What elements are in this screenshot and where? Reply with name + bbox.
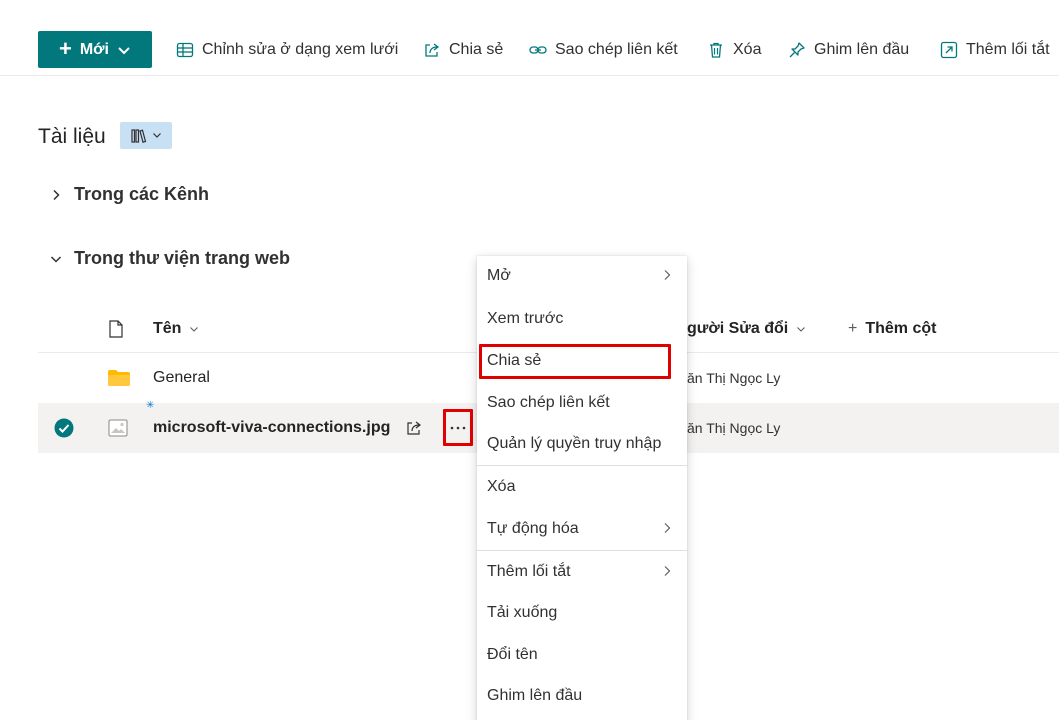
file-name-link[interactable]: General [153,353,210,403]
menu-item-label: Tự động hóa [487,520,579,537]
share-button[interactable]: Chia sẻ [423,38,503,62]
menu-item-pin[interactable]: Ghim lên đầu [477,676,687,716]
folder-icon [108,353,130,403]
grid-edit-button[interactable]: Chỉnh sửa ở dạng xem lưới [176,38,398,62]
group-site-library-label: Trong thư viện trang web [74,248,291,268]
grid-edit-label: Chỉnh sửa ở dạng xem lưới [202,41,399,58]
file-name-link[interactable]: microsoft-viva-connections.jpg [153,403,390,453]
file-type-column-header[interactable] [108,305,124,352]
chevron-down-icon [190,326,199,332]
modified-by-value: ăn Thị Ngọc Ly [687,370,781,386]
new-button-label: Mới [79,40,109,58]
add-column-button[interactable]: + Thêm cột [848,305,936,352]
menu-item-label: Thêm lối tắt [487,563,571,580]
menu-item-copy-link[interactable]: Sao chép liên kết [477,383,687,423]
add-shortcut-button[interactable]: Thêm lối tắt [940,38,1050,62]
menu-item-label: Xem trước [487,310,564,327]
checkmark-circle-icon [54,418,74,438]
menu-item-label: Xóa [487,478,516,495]
menu-item-manage-access[interactable]: Quản lý quyền truy nhập [477,424,687,464]
modified-by-value: ăn Thị Ngọc Ly [687,420,781,436]
menu-item-delete[interactable]: Xóa [477,467,687,507]
shortcut-icon [940,41,958,59]
library-icon [131,128,147,143]
library-title: Tài liệu [38,125,106,148]
chevron-down-icon [118,46,130,54]
group-site-library[interactable]: Trong thư viện trang web [50,248,290,269]
pin-icon [789,42,805,58]
chevron-right-icon [53,189,60,200]
context-menu: Mở Xem trước Chia sẻ Sao chép liên kết Q… [477,256,687,720]
grid-icon [176,42,194,58]
menu-item-automate[interactable]: Tự động hóa [477,509,687,549]
name-column-header[interactable]: Tên [153,305,199,352]
copy-link-label: Sao chép liên kết [555,41,678,58]
share-item-highlight [479,344,671,379]
share-label: Chia sẻ [449,41,504,58]
menu-item-open[interactable]: Mở [477,256,687,296]
chevron-right-icon [664,523,671,533]
menu-item-label: Sao chép liên kết [487,394,610,411]
menu-item-preview[interactable]: Xem trước [477,299,687,339]
row-checkbox[interactable] [54,403,74,453]
menu-item-label: Đổi tên [487,646,538,663]
document-icon [109,319,123,338]
name-column-label: Tên [153,319,182,337]
add-shortcut-label: Thêm lối tắt [966,41,1050,58]
group-channels[interactable]: Trong các Kênh [50,184,209,205]
menu-divider [477,465,687,466]
menu-item-label: Tải xuống [487,604,558,621]
chevron-right-icon [664,270,671,280]
menu-divider [477,550,687,551]
plus-icon: + [848,319,858,337]
share-icon[interactable] [405,403,423,453]
new-button[interactable]: + Mới [38,31,152,68]
group-channels-label: Trong các Kênh [74,184,210,204]
copy-link-button[interactable]: Sao chép liên kết [529,38,678,62]
chevron-down-icon [797,326,806,332]
chevron-down-icon [152,127,162,145]
pin-label: Ghim lên đầu [814,41,910,58]
add-column-label: Thêm cột [865,319,937,337]
menu-item-label: Ghim lên đầu [487,687,583,704]
chevron-down-icon [50,255,62,263]
more-options-highlight [443,409,473,446]
modified-by-column-header[interactable]: gười Sửa đổi [687,305,806,352]
view-switcher-button[interactable] [120,122,172,149]
pin-button[interactable]: Ghim lên đầu [788,38,909,62]
chevron-right-icon [664,566,671,576]
share-icon [425,43,440,57]
menu-item-label: Mở [487,267,511,284]
modified-by-column-label: gười Sửa đổi [687,319,789,337]
menu-item-add-shortcut[interactable]: Thêm lối tắt [477,552,687,592]
image-file-icon [108,403,128,453]
delete-label: Xóa [733,41,762,58]
menu-item-label: Quản lý quyền truy nhập [487,435,662,452]
delete-button[interactable]: Xóa [707,38,761,62]
trash-icon [710,42,722,58]
menu-item-download[interactable]: Tải xuống [477,593,687,633]
menu-item-rename[interactable]: Đổi tên [477,635,687,675]
command-bar: + Mới Chỉnh sửa ở dạng xem lưới Chia sẻ … [0,0,1059,76]
plus-icon: + [58,35,72,61]
link-icon [529,46,547,54]
